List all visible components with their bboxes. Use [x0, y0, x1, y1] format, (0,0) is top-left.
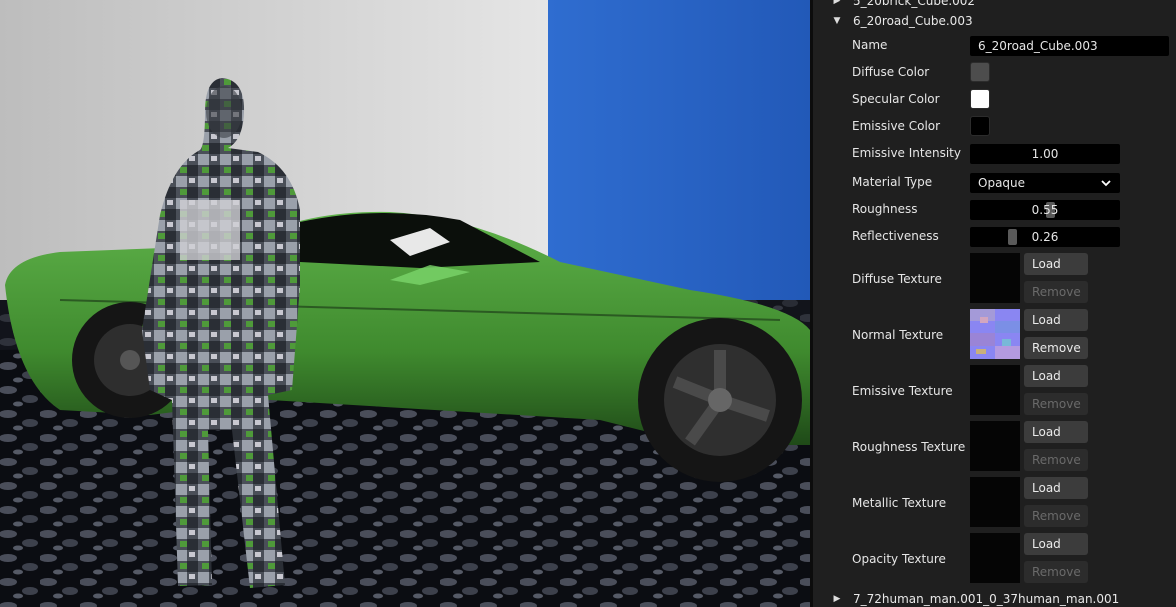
reflectiveness-slider[interactable]: 0.26	[970, 227, 1120, 247]
render-viewport[interactable]	[0, 0, 810, 607]
roughness-texture-preview	[970, 421, 1020, 471]
triangle-down-icon[interactable]: ▼	[831, 12, 843, 30]
name-input-value: 6_20road_Cube.003	[978, 39, 1098, 53]
emissive-texture-load-button[interactable]: Load	[1024, 365, 1088, 387]
triangle-right-icon[interactable]: ▶	[831, 0, 843, 10]
roughness-slider[interactable]: 0.55	[970, 200, 1120, 220]
diffuse-texture-load-button[interactable]: Load	[1024, 253, 1088, 275]
normal-texture-preview	[970, 309, 1020, 359]
outliner-item-label: 7_72human_man.001_0_37human_man.001	[853, 592, 1120, 606]
opacity-texture-remove-button[interactable]: Remove	[1024, 561, 1088, 583]
properties-panel: ▶ 5_20brick_Cube.002 ▼ 6_20road_Cube.003…	[813, 0, 1176, 607]
opacity-texture-label: Opacity Texture	[852, 552, 946, 566]
outliner-item-label: 6_20road_Cube.003	[853, 14, 973, 28]
emissive-intensity-label: Emissive Intensity	[852, 146, 961, 160]
triangle-right-icon[interactable]: ▶	[831, 590, 843, 607]
emissive-intensity-value: 1.00	[1031, 147, 1059, 161]
outliner-item-current[interactable]: ▼ 6_20road_Cube.003	[834, 12, 973, 30]
diffuse-texture-remove-button[interactable]: Remove	[1024, 281, 1088, 303]
diffuse-texture-label: Diffuse Texture	[852, 272, 942, 286]
roughness-label: Roughness	[852, 202, 918, 216]
emissive-intensity-input[interactable]: 1.00	[970, 144, 1120, 164]
outliner-item-next[interactable]: ▶ 7_72human_man.001_0_37human_man.001	[834, 590, 1120, 607]
metallic-texture-remove-button[interactable]: Remove	[1024, 505, 1088, 527]
normal-map-image	[970, 309, 1020, 359]
emissive-color-label: Emissive Color	[852, 119, 941, 133]
normal-texture-label: Normal Texture	[852, 328, 944, 342]
specular-color-label: Specular Color	[852, 92, 940, 106]
name-label: Name	[852, 38, 888, 52]
metallic-texture-label: Metallic Texture	[852, 496, 947, 510]
material-type-select[interactable]: Opaque	[970, 173, 1120, 193]
normal-texture-load-button[interactable]: Load	[1024, 309, 1088, 331]
outliner-item-label: 5_20brick_Cube.002	[853, 0, 976, 8]
rendered-scene	[0, 0, 810, 607]
chevron-down-icon[interactable]	[1100, 177, 1112, 189]
roughness-texture-load-button[interactable]: Load	[1024, 421, 1088, 443]
specular-color-swatch[interactable]	[970, 89, 990, 109]
outliner-item-prev[interactable]: ▶ 5_20brick_Cube.002	[834, 0, 976, 10]
roughness-texture-remove-button[interactable]: Remove	[1024, 449, 1088, 471]
reflectiveness-label: Reflectiveness	[852, 229, 939, 243]
name-input[interactable]: 6_20road_Cube.003	[970, 36, 1169, 56]
reflectiveness-value: 0.26	[1031, 230, 1059, 244]
emissive-texture-label: Emissive Texture	[852, 384, 953, 398]
metallic-texture-load-button[interactable]: Load	[1024, 477, 1088, 499]
diffuse-color-label: Diffuse Color	[852, 65, 930, 79]
material-type-value: Opaque	[978, 176, 1026, 190]
metallic-texture-preview	[970, 477, 1020, 527]
material-type-label: Material Type	[852, 175, 933, 189]
normal-texture-remove-button[interactable]: Remove	[1024, 337, 1088, 359]
diffuse-texture-preview	[970, 253, 1020, 303]
emissive-texture-preview	[970, 365, 1020, 415]
opacity-texture-preview	[970, 533, 1020, 583]
opacity-texture-load-button[interactable]: Load	[1024, 533, 1088, 555]
diffuse-color-swatch[interactable]	[970, 62, 990, 82]
emissive-color-swatch[interactable]	[970, 116, 990, 136]
emissive-texture-remove-button[interactable]: Remove	[1024, 393, 1088, 415]
roughness-value: 0.55	[1031, 203, 1059, 217]
roughness-texture-label: Roughness Texture	[852, 440, 966, 454]
